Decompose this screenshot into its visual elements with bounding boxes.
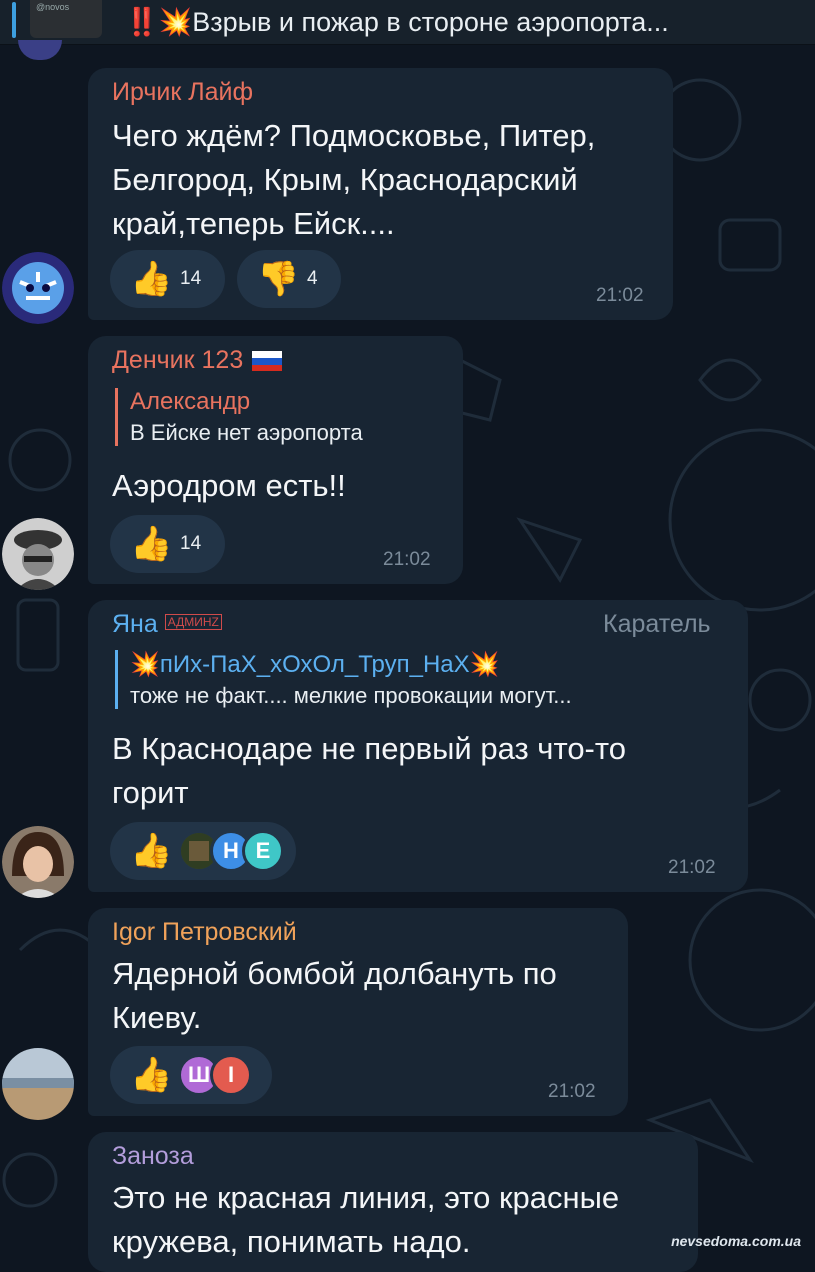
pinned-indicator xyxy=(12,2,16,38)
avatar-beach-image xyxy=(2,1048,74,1120)
reply-author-name: пИх-ПаХ_хОхОл_Труп_НаХ xyxy=(159,651,470,678)
thumbs-down-icon: 👎 xyxy=(257,260,300,298)
message-text-line: горит xyxy=(112,775,189,810)
russia-flag-icon xyxy=(252,351,283,372)
message-author[interactable]: Яна АДМИНZ xyxy=(112,610,222,639)
pinned-text: ‼️💥Взрыв и пожар в стороне аэропорта... xyxy=(125,6,669,38)
reaction-like[interactable]: 👍 14 xyxy=(110,515,225,573)
reply-text: тоже не факт.... мелкие провокации могут… xyxy=(130,683,572,708)
avatar-man-hat-image xyxy=(2,518,74,590)
reply-text: В Ейске нет аэропорта xyxy=(130,420,363,445)
avatar[interactable] xyxy=(2,518,74,590)
watermark: nevsedoma.com.ua xyxy=(671,1233,801,1249)
explosion-icon: 💥 xyxy=(130,651,160,678)
avatar[interactable] xyxy=(2,826,74,898)
message-text: Ядерной бомбой долбануть по Киеву. xyxy=(112,952,557,1040)
message-author[interactable]: Ирчик Лайф xyxy=(112,78,253,107)
reply-quote[interactable]: Александр В Ейске нет аэропорта xyxy=(115,388,363,446)
reply-quote[interactable]: 💥пИх-ПаХ_хОхОл_Труп_НаХ💥 тоже не факт...… xyxy=(115,650,572,709)
reactor-avatar: I xyxy=(210,1054,252,1096)
thumbs-up-icon: 👍 xyxy=(130,832,173,870)
message-time: 21:02 xyxy=(548,1081,596,1102)
reactor-avatar: Е xyxy=(242,830,284,872)
message-text: Чего ждём? Подмосковье, Питер, Белгород,… xyxy=(112,114,595,246)
message-text-line: Киеву. xyxy=(112,1000,202,1035)
message-text-line: Аэродром есть!! xyxy=(112,468,346,503)
reaction-count: 14 xyxy=(180,533,202,554)
thumbs-up-icon: 👍 xyxy=(130,525,173,563)
message-time: 21:02 xyxy=(383,549,431,570)
pinned-message-bar[interactable]: @novos ‼️💥Взрыв и пожар в стороне аэропо… xyxy=(0,0,815,45)
pinned-thumbnail-caption: @novos xyxy=(36,2,70,12)
message-text-line: Это не красная линия, это красные xyxy=(112,1180,620,1215)
avatar-tiger-image xyxy=(2,252,74,324)
message-author-name: Яна xyxy=(112,610,158,638)
message-text-line: край,теперь Ейск.... xyxy=(112,206,395,241)
message-text-line: Белгород, Крым, Краснодарский xyxy=(112,162,578,197)
message-author[interactable]: Денчик 123 xyxy=(112,346,283,375)
reaction-count: 14 xyxy=(180,268,202,289)
admin-badge: АДМИНZ xyxy=(164,614,222,631)
pinned-thumbnail: @novos xyxy=(30,0,102,38)
avatar-woman-image xyxy=(2,826,74,898)
message-text-line: Ядерной бомбой долбануть по xyxy=(112,956,557,991)
thumbs-up-icon: 👍 xyxy=(130,260,173,298)
explosion-icon: 💥 xyxy=(469,651,500,678)
alarm-icon: ‼️ xyxy=(125,7,159,37)
member-title: Каратель xyxy=(603,610,711,638)
message-text: Это не красная линия, это красные кружев… xyxy=(112,1176,619,1264)
message-text: В Краснодаре не первый раз что-то горит xyxy=(112,727,626,815)
reply-author: 💥пИх-ПаХ_хОхОл_Труп_НаХ💥 xyxy=(130,650,572,679)
explosion-icon: 💥 xyxy=(158,7,193,37)
message-time: 21:02 xyxy=(668,857,716,878)
message-text-line: Чего ждём? Подмосковье, Питер, xyxy=(112,118,596,153)
message-text: Аэродром есть!! xyxy=(112,464,346,508)
reaction-dislike[interactable]: 👎 4 xyxy=(237,250,341,308)
message-text-line: кружева, понимать надо. xyxy=(112,1224,471,1259)
message-author[interactable]: Igor Петровский xyxy=(112,918,297,947)
reaction-like[interactable]: 👍 14 xyxy=(110,250,225,308)
pinned-text-label: Взрыв и пожар в стороне аэропорта... xyxy=(192,7,669,37)
message-text-line: В Краснодаре не первый раз что-то xyxy=(112,731,626,766)
reaction-count: 4 xyxy=(307,268,318,289)
message-author-name: Денчик 123 xyxy=(112,346,244,374)
reply-author: Александр xyxy=(130,388,251,415)
message-time: 21:02 xyxy=(596,285,644,306)
thumbs-up-icon: 👍 xyxy=(130,1056,173,1094)
avatar[interactable] xyxy=(2,1048,74,1120)
avatar[interactable] xyxy=(2,252,74,324)
message-author[interactable]: Заноза xyxy=(112,1142,194,1171)
